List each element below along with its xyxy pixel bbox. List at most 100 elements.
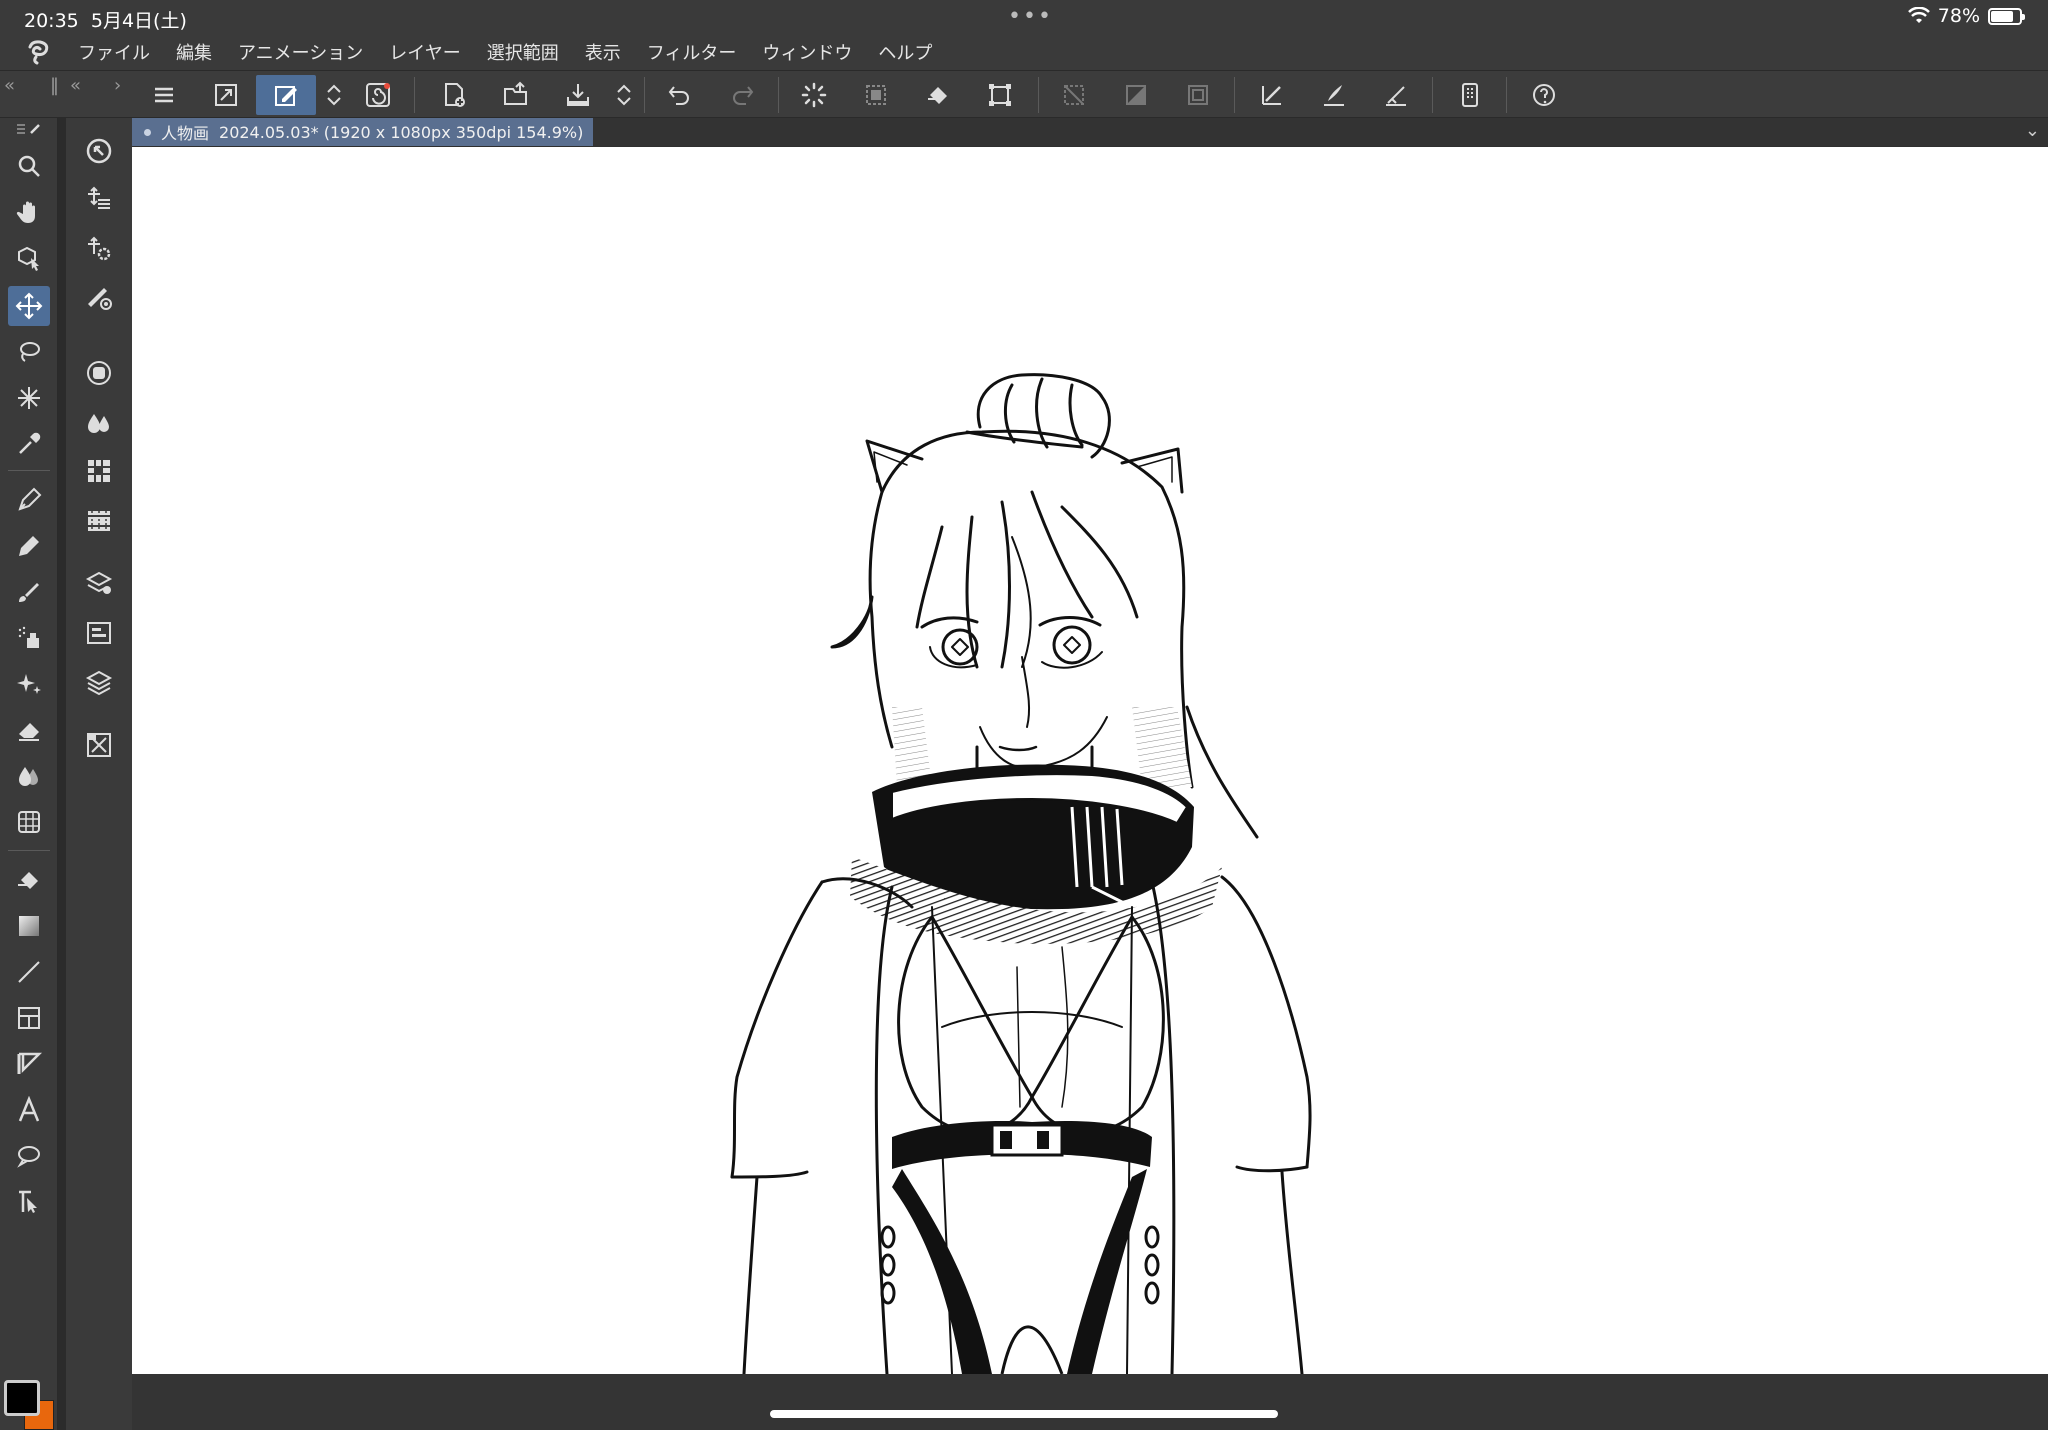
color-swatches[interactable] [4, 1380, 54, 1430]
document-tab[interactable]: 人物画 2024.05.03* (1920 x 1080px 350dpi 15… [132, 118, 594, 146]
panel-handle-icon[interactable]: ‖ [50, 75, 59, 96]
layer-property-icon[interactable] [78, 562, 120, 604]
updown-icon[interactable] [314, 75, 354, 115]
eyedropper-tool-icon[interactable] [8, 424, 50, 464]
collapse-left-icon-2[interactable]: « [70, 75, 81, 96]
bottom-bar [132, 1374, 2048, 1430]
edit-modify-icon[interactable] [256, 75, 316, 115]
home-indicator[interactable] [770, 1410, 1278, 1418]
undo-icon[interactable] [660, 75, 700, 115]
fit-view-icon[interactable] [206, 75, 246, 115]
fill-icon[interactable] [918, 75, 958, 115]
mesh-tool-icon[interactable] [8, 802, 50, 842]
drawing-canvas[interactable] [132, 147, 2048, 1374]
line-tool-icon[interactable] [8, 952, 50, 992]
text-tool-icon[interactable] [8, 1090, 50, 1130]
timeline-icon[interactable] [78, 500, 120, 542]
menu-animation[interactable]: アニメーション [238, 39, 363, 65]
battery-fill [1991, 10, 2013, 22]
lasso-tool-icon[interactable] [8, 332, 50, 372]
pen-tool-icon[interactable] [8, 480, 50, 520]
menu-selection[interactable]: 選択範囲 [487, 39, 559, 65]
battery-percent: 78% [1937, 5, 1980, 27]
menu-view[interactable]: 表示 [585, 39, 621, 65]
toolbar-separator [414, 77, 415, 113]
hand-tool-icon[interactable] [8, 192, 50, 232]
selection-icon[interactable] [856, 75, 896, 115]
color-circle-icon[interactable] [78, 402, 120, 444]
brush-size-icon[interactable] [78, 276, 120, 318]
device-icon[interactable] [1450, 75, 1490, 115]
multitask-dots[interactable]: ••• [1008, 4, 1053, 29]
decoration-tool-icon[interactable] [8, 664, 50, 704]
open-icon[interactable] [496, 75, 536, 115]
new-icon[interactable] [434, 75, 474, 115]
menu-help[interactable]: ヘルプ [878, 39, 932, 65]
menu-file[interactable]: ファイル [78, 39, 150, 65]
invert-icon[interactable] [1116, 75, 1156, 115]
layers-icon[interactable] [78, 662, 120, 704]
brush-snap-icon[interactable] [1314, 75, 1354, 115]
toolbar-separator [778, 77, 779, 113]
zoom-tool-icon[interactable] [8, 146, 50, 186]
color-set-icon[interactable] [78, 450, 120, 492]
palette-divider [58, 118, 66, 1430]
auto-select-tool-icon[interactable] [8, 378, 50, 418]
menu-filter[interactable]: フィルター [647, 39, 737, 65]
loading-icon[interactable] [794, 75, 834, 115]
document-info: 2024.05.03* (1920 x 1080px 350dpi 154.9%… [219, 122, 584, 142]
main-color-swatch[interactable] [4, 1380, 40, 1416]
collapse-left-icon[interactable]: « [4, 75, 15, 96]
spiral-icon[interactable] [358, 75, 398, 115]
command-bar: « ‖ « › [0, 70, 2048, 118]
chevron-down-icon[interactable]: ⌄ [2025, 120, 2040, 141]
line-correction-tool-icon[interactable] [8, 1182, 50, 1222]
status-bar: 20:35 5月4日(土) ••• 78% [0, 0, 2048, 34]
fill-tool-icon[interactable] [8, 860, 50, 900]
updown-icon-2[interactable] [604, 75, 644, 115]
character-lineart [730, 373, 1312, 1374]
menu-bar: ファイル 編集 アニメーション レイヤー 選択範囲 表示 フィルター ウィンドウ… [0, 34, 2048, 70]
blend-tool-icon[interactable] [8, 756, 50, 796]
layer-move-settings-icon[interactable] [78, 228, 120, 270]
menu-window[interactable]: ウィンドウ [762, 39, 852, 65]
toolbar-separator [1506, 77, 1507, 113]
object-tool-icon[interactable] [8, 238, 50, 278]
brush-tool-icon[interactable] [8, 572, 50, 612]
clear-outside-icon[interactable] [1054, 75, 1094, 115]
layer-move-icon[interactable] [78, 178, 120, 220]
sub-palette-bar [66, 118, 132, 1430]
ruler-tool-icon[interactable] [8, 1044, 50, 1084]
redo-icon[interactable] [722, 75, 762, 115]
status-time: 20:35 5月4日(土) [24, 10, 187, 32]
status-right: 78% [1907, 5, 2025, 27]
eraser-tool-icon[interactable] [8, 710, 50, 750]
ruler-snap-icon[interactable] [1252, 75, 1292, 115]
balloon-tool-icon[interactable] [8, 1136, 50, 1176]
transform-icon[interactable] [980, 75, 1020, 115]
tool-palette [0, 118, 58, 1430]
toolbar-separator [1234, 77, 1235, 113]
gradient-tool-icon[interactable] [8, 906, 50, 946]
frame-tool-icon[interactable] [8, 998, 50, 1038]
tool-property-icon[interactable] [78, 352, 120, 394]
navigator-icon[interactable] [78, 612, 120, 654]
special-ruler-icon[interactable] [1376, 75, 1416, 115]
tool-separator [8, 850, 50, 851]
move-tool-icon[interactable] [8, 286, 50, 326]
tool-separator [8, 470, 50, 471]
help-icon[interactable] [1524, 75, 1564, 115]
app-logo-icon[interactable] [0, 34, 78, 70]
menu-icon[interactable] [144, 75, 184, 115]
airbrush-tool-icon[interactable] [8, 618, 50, 658]
save-icon[interactable] [558, 75, 598, 115]
expand-right-icon[interactable]: › [114, 75, 121, 96]
material-icon[interactable] [78, 724, 120, 766]
pencil-tool-icon[interactable] [8, 526, 50, 566]
menu-edit[interactable]: 編集 [176, 39, 212, 65]
toolbar-separator [644, 77, 645, 113]
sub-tool-icon[interactable] [78, 130, 120, 172]
palette-header-icon[interactable] [8, 118, 50, 138]
snap-icon[interactable] [1178, 75, 1218, 115]
menu-layer[interactable]: レイヤー [389, 39, 460, 65]
